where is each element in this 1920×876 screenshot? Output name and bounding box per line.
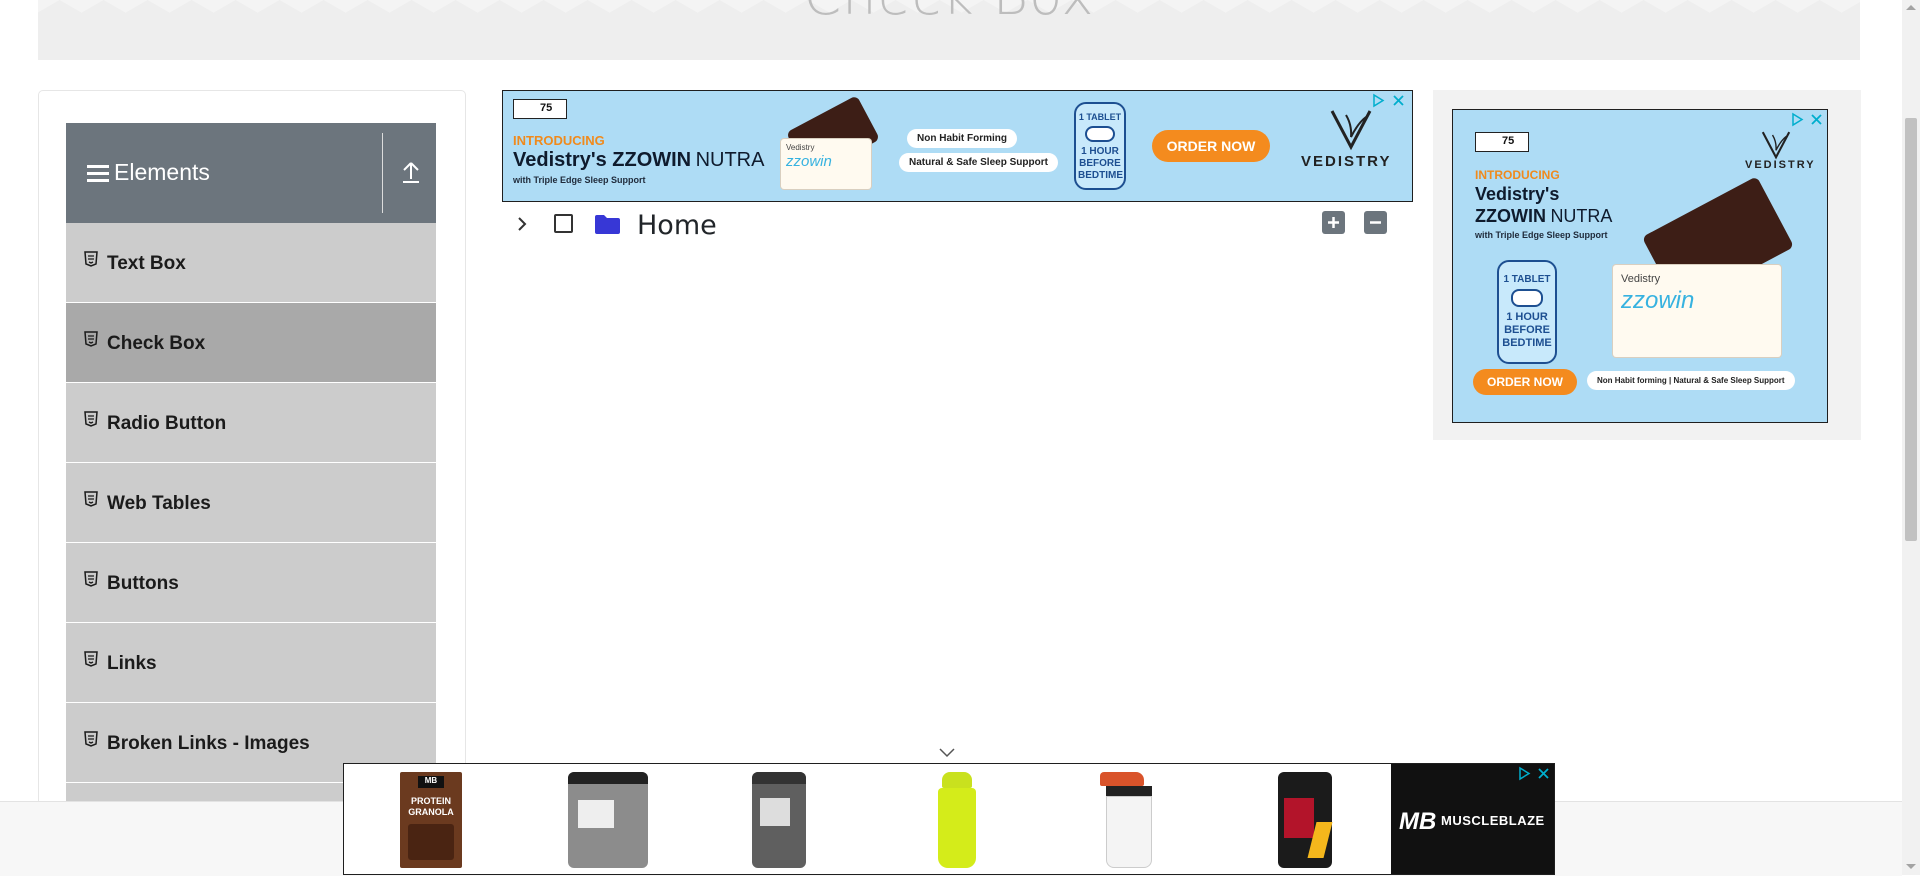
product-whey-tub-red-image (1278, 772, 1333, 868)
product-whey-tub-grey-image (568, 772, 648, 868)
ad-headline: Vedistry's ZZOWIN NUTRA (513, 149, 765, 171)
ad-headline-2: ZZOWIN NUTRA (1475, 206, 1613, 226)
ad-subtext: with Triple Edge Sleep Support (1475, 230, 1608, 240)
vedistry-logo-icon (1761, 131, 1791, 160)
html5-icon (84, 411, 98, 427)
adchoices-icon[interactable] (1790, 112, 1805, 127)
menu-item-label: Broken Links - Images (107, 733, 310, 754)
menu-item-radio-button[interactable]: Radio Button (66, 383, 436, 463)
tree-node-home-label[interactable]: Home (637, 210, 717, 241)
menu-item-check-box[interactable]: Check Box (66, 303, 436, 383)
menu-item-web-tables[interactable]: Web Tables (66, 463, 436, 543)
html5-icon (84, 491, 98, 507)
product-shaker-white-image (1100, 772, 1158, 868)
menu-item-label: Links (107, 653, 157, 674)
ad-close-icon[interactable] (1809, 112, 1824, 127)
ad-tablet-info: 1 TABLET 1 HOUR BEFORE BEDTIME (1497, 260, 1557, 364)
menu-item-label: Buttons (107, 573, 179, 594)
minus-icon (1370, 221, 1381, 224)
adchoices-icon[interactable] (1517, 766, 1532, 781)
muscleblaze-name: MUSCLEBLAZE (1441, 813, 1545, 828)
product-pack-image: Vedistry zzowin (781, 139, 871, 189)
elements-menu: Text Box Check Box Radio Button Web Tabl… (66, 223, 436, 851)
ad-footer-pill: Non Habit forming | Natural & Safe Sleep… (1587, 371, 1795, 390)
menu-item-label: Web Tables (107, 493, 211, 514)
html5-icon (84, 331, 98, 347)
ad-pill-non-habit: Non Habit Forming (907, 129, 1017, 148)
elements-group-header[interactable]: Elements (66, 123, 436, 223)
menu-item-buttons[interactable]: Buttons (66, 543, 436, 623)
muscleblaze-logo: MB (1399, 808, 1437, 835)
page-scrollbar[interactable] (1902, 0, 1920, 875)
ad-introducing: INTRODUCING (1475, 168, 1560, 182)
ad-order-now-button[interactable]: ORDER NOW (1473, 369, 1577, 395)
product-shaker-lime-image (938, 772, 976, 868)
ad-brand-logo: 75 (513, 99, 567, 119)
expand-chevron-icon[interactable] (516, 216, 528, 232)
ad-banner-bottom[interactable]: MB PROTEIN GRANOLA MB MUSCLEBLAZE (343, 763, 1555, 875)
ad-brand-name: VEDISTRY (1745, 159, 1816, 171)
scroll-down-arrow-icon[interactable] (1906, 864, 1916, 869)
html5-icon (84, 651, 98, 667)
menu-item-links[interactable]: Links (66, 623, 436, 703)
ad-order-now-button[interactable]: ORDER NOW (1152, 130, 1270, 162)
ad-headline-1: Vedistry's (1475, 184, 1560, 204)
html5-icon (84, 571, 98, 587)
checkbox-tree: Home (502, 205, 1392, 245)
collapse-all-button[interactable] (1364, 211, 1387, 234)
html5-icon (84, 251, 98, 267)
product-granola-image: MB PROTEIN GRANOLA (400, 772, 462, 868)
page-title: Check Box (38, 0, 1860, 27)
page-banner: Check Box (38, 0, 1860, 60)
home-checkbox[interactable] (554, 214, 573, 233)
vedistry-logo-icon (1330, 110, 1372, 151)
chevron-down-icon[interactable] (937, 746, 957, 760)
product-whey-tub-dark-image (752, 772, 806, 868)
scroll-up-arrow-icon[interactable] (1906, 5, 1916, 10)
menu-item-text-box[interactable]: Text Box (66, 223, 436, 303)
plus-icon (1328, 217, 1339, 228)
ad-pill-natural: Natural & Safe Sleep Support (899, 153, 1058, 172)
ad-brand-logo: 75 (1475, 132, 1529, 152)
product-pack-image: Vedistry zzowin (1613, 265, 1781, 357)
group-title: Elements (114, 159, 210, 185)
ad-close-icon[interactable] (1391, 93, 1406, 108)
adchoices-icon[interactable] (1371, 93, 1386, 108)
menu-icon (87, 165, 109, 183)
ad-close-icon[interactable] (1536, 766, 1551, 781)
left-panel: Elements Text Box Check Box Radio Button… (38, 90, 466, 852)
menu-item-label: Text Box (107, 253, 186, 274)
ad-tablet-info: 1 TABLET 1 HOUR BEFORE BEDTIME (1074, 102, 1126, 190)
scrollbar-thumb[interactable] (1905, 118, 1917, 541)
folder-icon (595, 215, 620, 234)
expand-all-button[interactable] (1322, 211, 1345, 234)
ad-right-container: 75 VEDISTRY INTRODUCING Vedistry's ZZOWI… (1433, 90, 1861, 440)
html5-icon (84, 731, 98, 747)
collapse-up-icon[interactable] (400, 159, 422, 185)
menu-item-label: Check Box (107, 333, 206, 354)
ad-introducing: INTRODUCING (513, 133, 605, 148)
ad-brand-name: VEDISTRY (1301, 153, 1392, 170)
header-divider (382, 133, 383, 213)
ad-banner-top[interactable]: 75 INTRODUCING Vedistry's ZZOWIN NUTRA w… (502, 90, 1413, 202)
ad-subtext: with Triple Edge Sleep Support (513, 175, 646, 185)
menu-item-label: Radio Button (107, 413, 227, 434)
ad-banner-right[interactable]: 75 VEDISTRY INTRODUCING Vedistry's ZZOWI… (1452, 109, 1828, 423)
